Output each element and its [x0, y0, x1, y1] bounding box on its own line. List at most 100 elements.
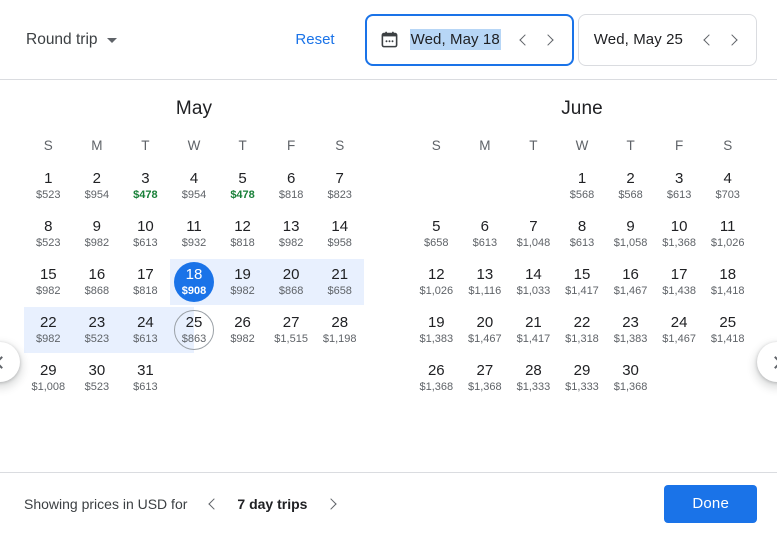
day-cell[interactable]: 5 $478	[218, 162, 267, 210]
day-price: $1,058	[613, 237, 648, 249]
day-cell[interactable]: 22 $982	[24, 306, 73, 354]
day-cell[interactable]: 6 $818	[267, 162, 316, 210]
day-cell[interactable]: 17 $1,438	[655, 258, 704, 306]
day-cell[interactable]: 23 $523	[73, 306, 122, 354]
day-cell[interactable]: 7 $823	[315, 162, 364, 210]
day-cell[interactable]: 4 $954	[170, 162, 219, 210]
day-cell[interactable]: 10 $1,368	[655, 210, 704, 258]
day-cell[interactable]: 30 $523	[73, 354, 122, 402]
day-cell[interactable]: 25 $863	[170, 306, 219, 354]
day-cell[interactable]: 21 $1,417	[509, 306, 558, 354]
weekday-label: T	[238, 138, 247, 153]
day-price: $1,198	[322, 333, 357, 345]
day-cell[interactable]: 26 $982	[218, 306, 267, 354]
day-inner: 12 $818	[223, 214, 263, 254]
done-button[interactable]: Done	[664, 484, 757, 523]
day-cell[interactable]: 2 $954	[73, 162, 122, 210]
day-cell[interactable]: 23 $1,383	[606, 306, 655, 354]
day-number: 7	[529, 218, 538, 235]
day-cell[interactable]: 22 $1,318	[558, 306, 607, 354]
day-price: $982	[278, 237, 304, 249]
day-cell[interactable]: 29 $1,008	[24, 354, 73, 402]
day-cell[interactable]: 7 $1,048	[509, 210, 558, 258]
price-currency-label: Showing prices in USD for	[24, 495, 188, 512]
day-cell[interactable]: 5 $658	[412, 210, 461, 258]
chevron-left-icon	[519, 33, 531, 46]
day-cell[interactable]: 20 $1,467	[461, 306, 510, 354]
day-cell[interactable]: 18 $908	[170, 258, 219, 306]
decrease-trip-length-button[interactable]	[199, 491, 225, 517]
weekday-header-row: SMTWTFS	[24, 136, 364, 156]
departure-date-value[interactable]: Wed, May 18	[409, 29, 501, 50]
day-number: 26	[427, 362, 445, 379]
day-number: 17	[670, 266, 688, 283]
day-cell[interactable]: 27 $1,515	[267, 306, 316, 354]
return-prev-day-button[interactable]	[694, 27, 720, 53]
day-inner: 27 $1,368	[465, 358, 505, 398]
day-cell[interactable]: 13 $1,116	[461, 258, 510, 306]
day-inner: 26 $982	[223, 310, 263, 350]
day-cell[interactable]: 26 $1,368	[412, 354, 461, 402]
week-row: 1 $523 2 $954 3 $478 4 $954 5 $478 6 $818 7 $823	[24, 162, 364, 210]
week-row: 22 $982 23 $523 24 $613 25 $863 26 $982 27 $1,515 28…	[24, 306, 364, 354]
day-cell[interactable]: 21 $658	[315, 258, 364, 306]
day-cell[interactable]: 13 $982	[267, 210, 316, 258]
day-cell[interactable]: 15 $982	[24, 258, 73, 306]
day-cell[interactable]: 8 $523	[24, 210, 73, 258]
return-date-field[interactable]: Wed, May 25	[577, 13, 757, 66]
day-cell[interactable]: 16 $868	[73, 258, 122, 306]
day-cell[interactable]: 17 $818	[121, 258, 170, 306]
day-cell[interactable]: 16 $1,467	[606, 258, 655, 306]
day-cell[interactable]: 14 $958	[315, 210, 364, 258]
day-inner: 29 $1,333	[562, 358, 602, 398]
day-cell[interactable]: 31 $613	[121, 354, 170, 402]
day-cell[interactable]: 3 $478	[121, 162, 170, 210]
day-price: $1,383	[613, 333, 648, 345]
return-date-value[interactable]: Wed, May 25	[593, 29, 684, 50]
day-cell[interactable]: 15 $1,417	[558, 258, 607, 306]
day-price: $982	[230, 333, 255, 345]
day-cell[interactable]: 25 $1,418	[703, 306, 752, 354]
increase-trip-length-button[interactable]	[319, 491, 345, 517]
day-cell[interactable]: 19 $982	[218, 258, 267, 306]
chevron-right-icon	[725, 33, 738, 46]
day-cell[interactable]: 1 $523	[24, 162, 73, 210]
day-cell[interactable]: 30 $1,368	[606, 354, 655, 402]
day-price: $703	[715, 189, 740, 201]
day-cell[interactable]: 14 $1,033	[509, 258, 558, 306]
day-cell[interactable]: 28 $1,198	[315, 306, 364, 354]
day-number: 10	[670, 218, 688, 235]
day-cell[interactable]: 19 $1,383	[412, 306, 461, 354]
day-cell[interactable]: 6 $613	[461, 210, 510, 258]
day-cell[interactable]: 3 $613	[655, 162, 704, 210]
day-cell[interactable]: 9 $982	[73, 210, 122, 258]
day-number: 13	[282, 218, 300, 235]
departure-date-field[interactable]: Wed, May 18	[364, 13, 574, 66]
day-price: $613	[133, 381, 158, 393]
day-price: $1,368	[613, 381, 648, 393]
day-cell[interactable]: 11 $1,026	[703, 210, 752, 258]
day-number: 3	[141, 170, 150, 187]
trip-type-dropdown[interactable]: Round trip	[24, 25, 119, 55]
day-cell[interactable]: 12 $1,026	[412, 258, 461, 306]
day-cell[interactable]: 12 $818	[218, 210, 267, 258]
day-cell[interactable]: 11 $932	[170, 210, 219, 258]
day-number: 30	[622, 362, 639, 379]
day-cell[interactable]: 10 $613	[121, 210, 170, 258]
day-cell[interactable]: 24 $613	[121, 306, 170, 354]
day-cell[interactable]: 27 $1,368	[461, 354, 510, 402]
day-cell[interactable]: 20 $868	[267, 258, 316, 306]
day-cell[interactable]: 8 $613	[558, 210, 607, 258]
day-cell[interactable]: 4 $703	[703, 162, 752, 210]
day-cell[interactable]: 9 $1,058	[606, 210, 655, 258]
reset-button[interactable]: Reset	[287, 25, 342, 54]
departure-next-day-button[interactable]	[537, 27, 563, 53]
day-cell[interactable]: 29 $1,333	[558, 354, 607, 402]
day-cell[interactable]: 2 $568	[606, 162, 655, 210]
day-cell[interactable]: 1 $568	[558, 162, 607, 210]
day-cell[interactable]: 18 $1,418	[703, 258, 752, 306]
day-cell[interactable]: 28 $1,333	[509, 354, 558, 402]
return-next-day-button[interactable]	[720, 27, 746, 53]
day-cell[interactable]: 24 $1,467	[655, 306, 704, 354]
departure-prev-day-button[interactable]	[511, 27, 537, 53]
